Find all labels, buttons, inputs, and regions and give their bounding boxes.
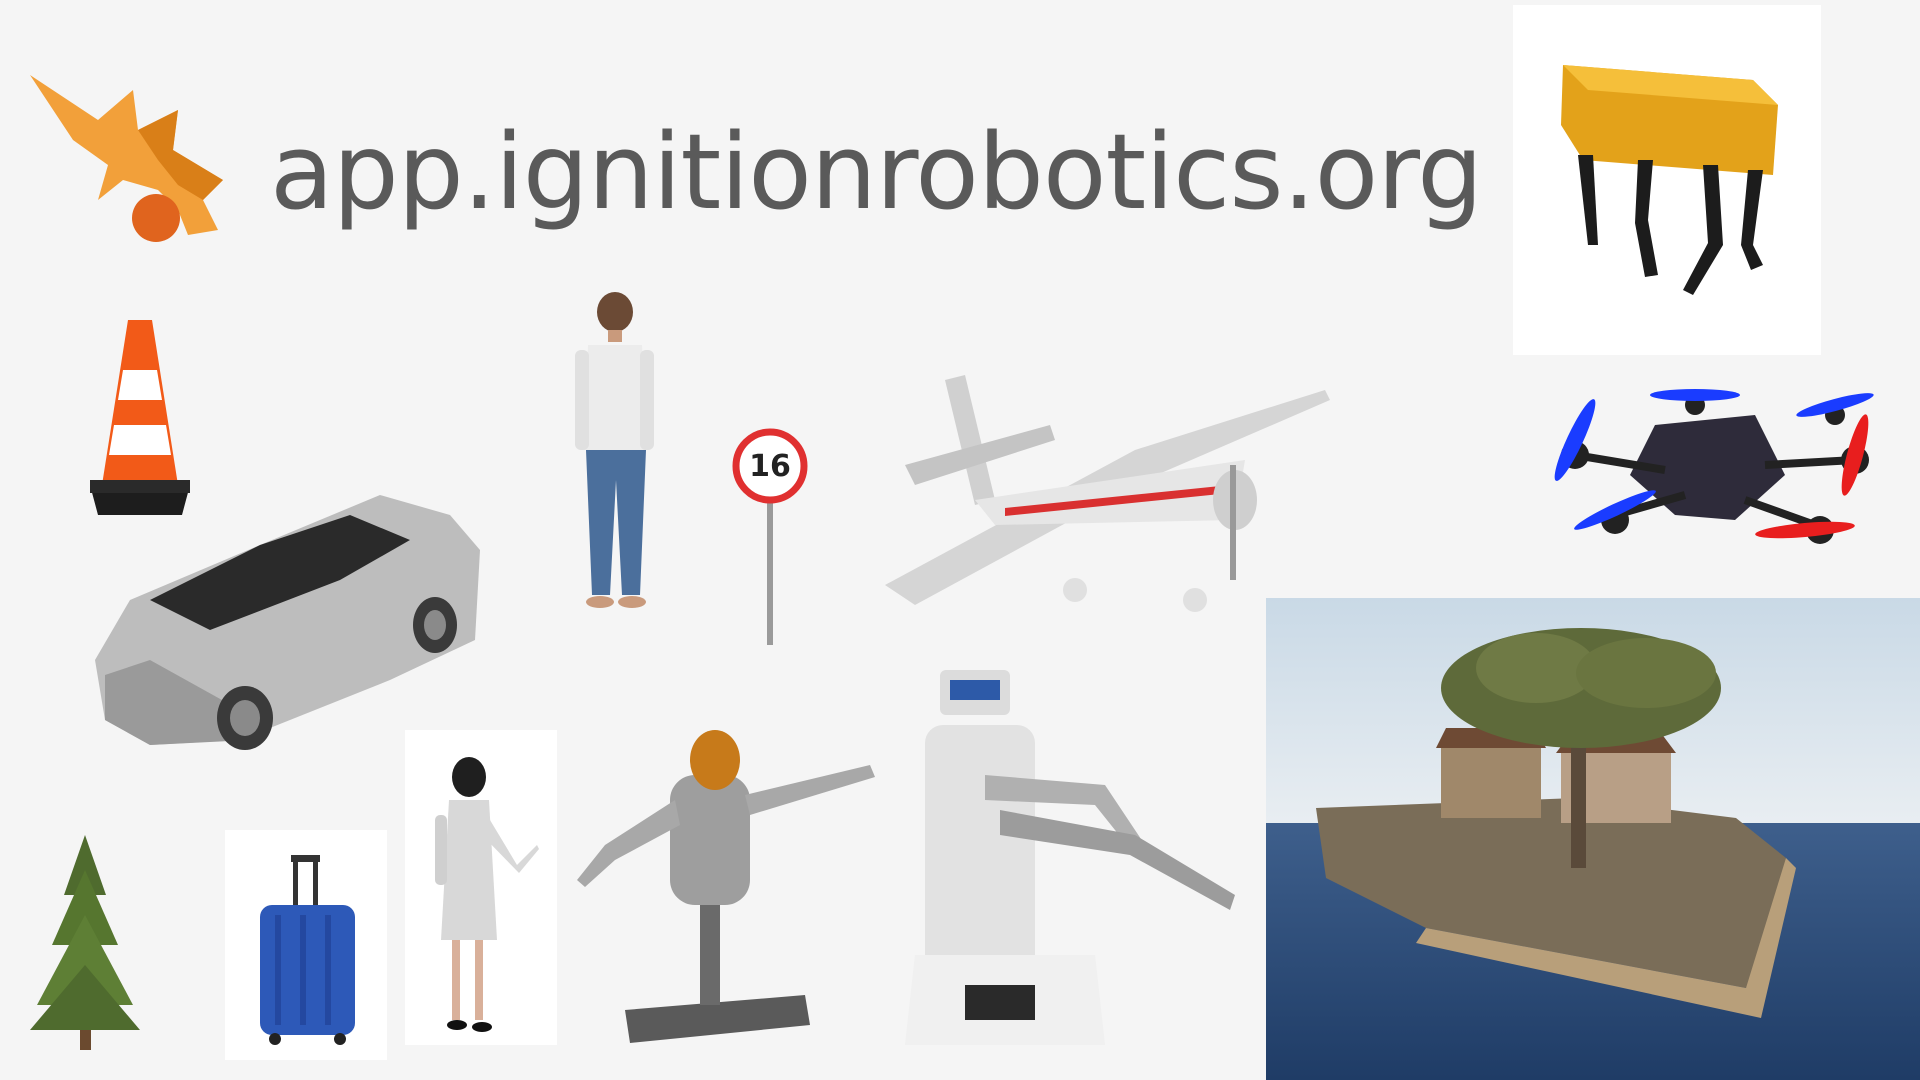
speed-sign-value: 16 — [749, 449, 791, 484]
suitcase-icon — [260, 855, 355, 1045]
standing-person-icon — [575, 292, 654, 608]
humanoid-robot-icon — [577, 730, 875, 1043]
quadruped-robot-icon — [1561, 65, 1778, 295]
nurse-icon — [435, 757, 539, 1032]
car-icon — [95, 495, 480, 750]
hexacopter-drone-icon — [1554, 389, 1874, 544]
island-scene-panel — [1266, 598, 1920, 1080]
island-scene-icon — [1266, 598, 1920, 1080]
nurse-tile — [405, 730, 557, 1045]
traffic-cone-icon — [90, 320, 190, 515]
speed-sign-icon: 16 — [732, 428, 808, 645]
mobile-manipulator-robot-icon — [905, 670, 1235, 1045]
suitcase-tile — [225, 830, 387, 1060]
pine-tree-icon — [30, 835, 140, 1050]
airplane-icon — [885, 375, 1330, 612]
quadruped-robot-tile — [1513, 5, 1821, 355]
ignition-flame-logo-icon — [30, 75, 223, 242]
brand-url: app.ignitionrobotics.org — [270, 111, 1483, 233]
